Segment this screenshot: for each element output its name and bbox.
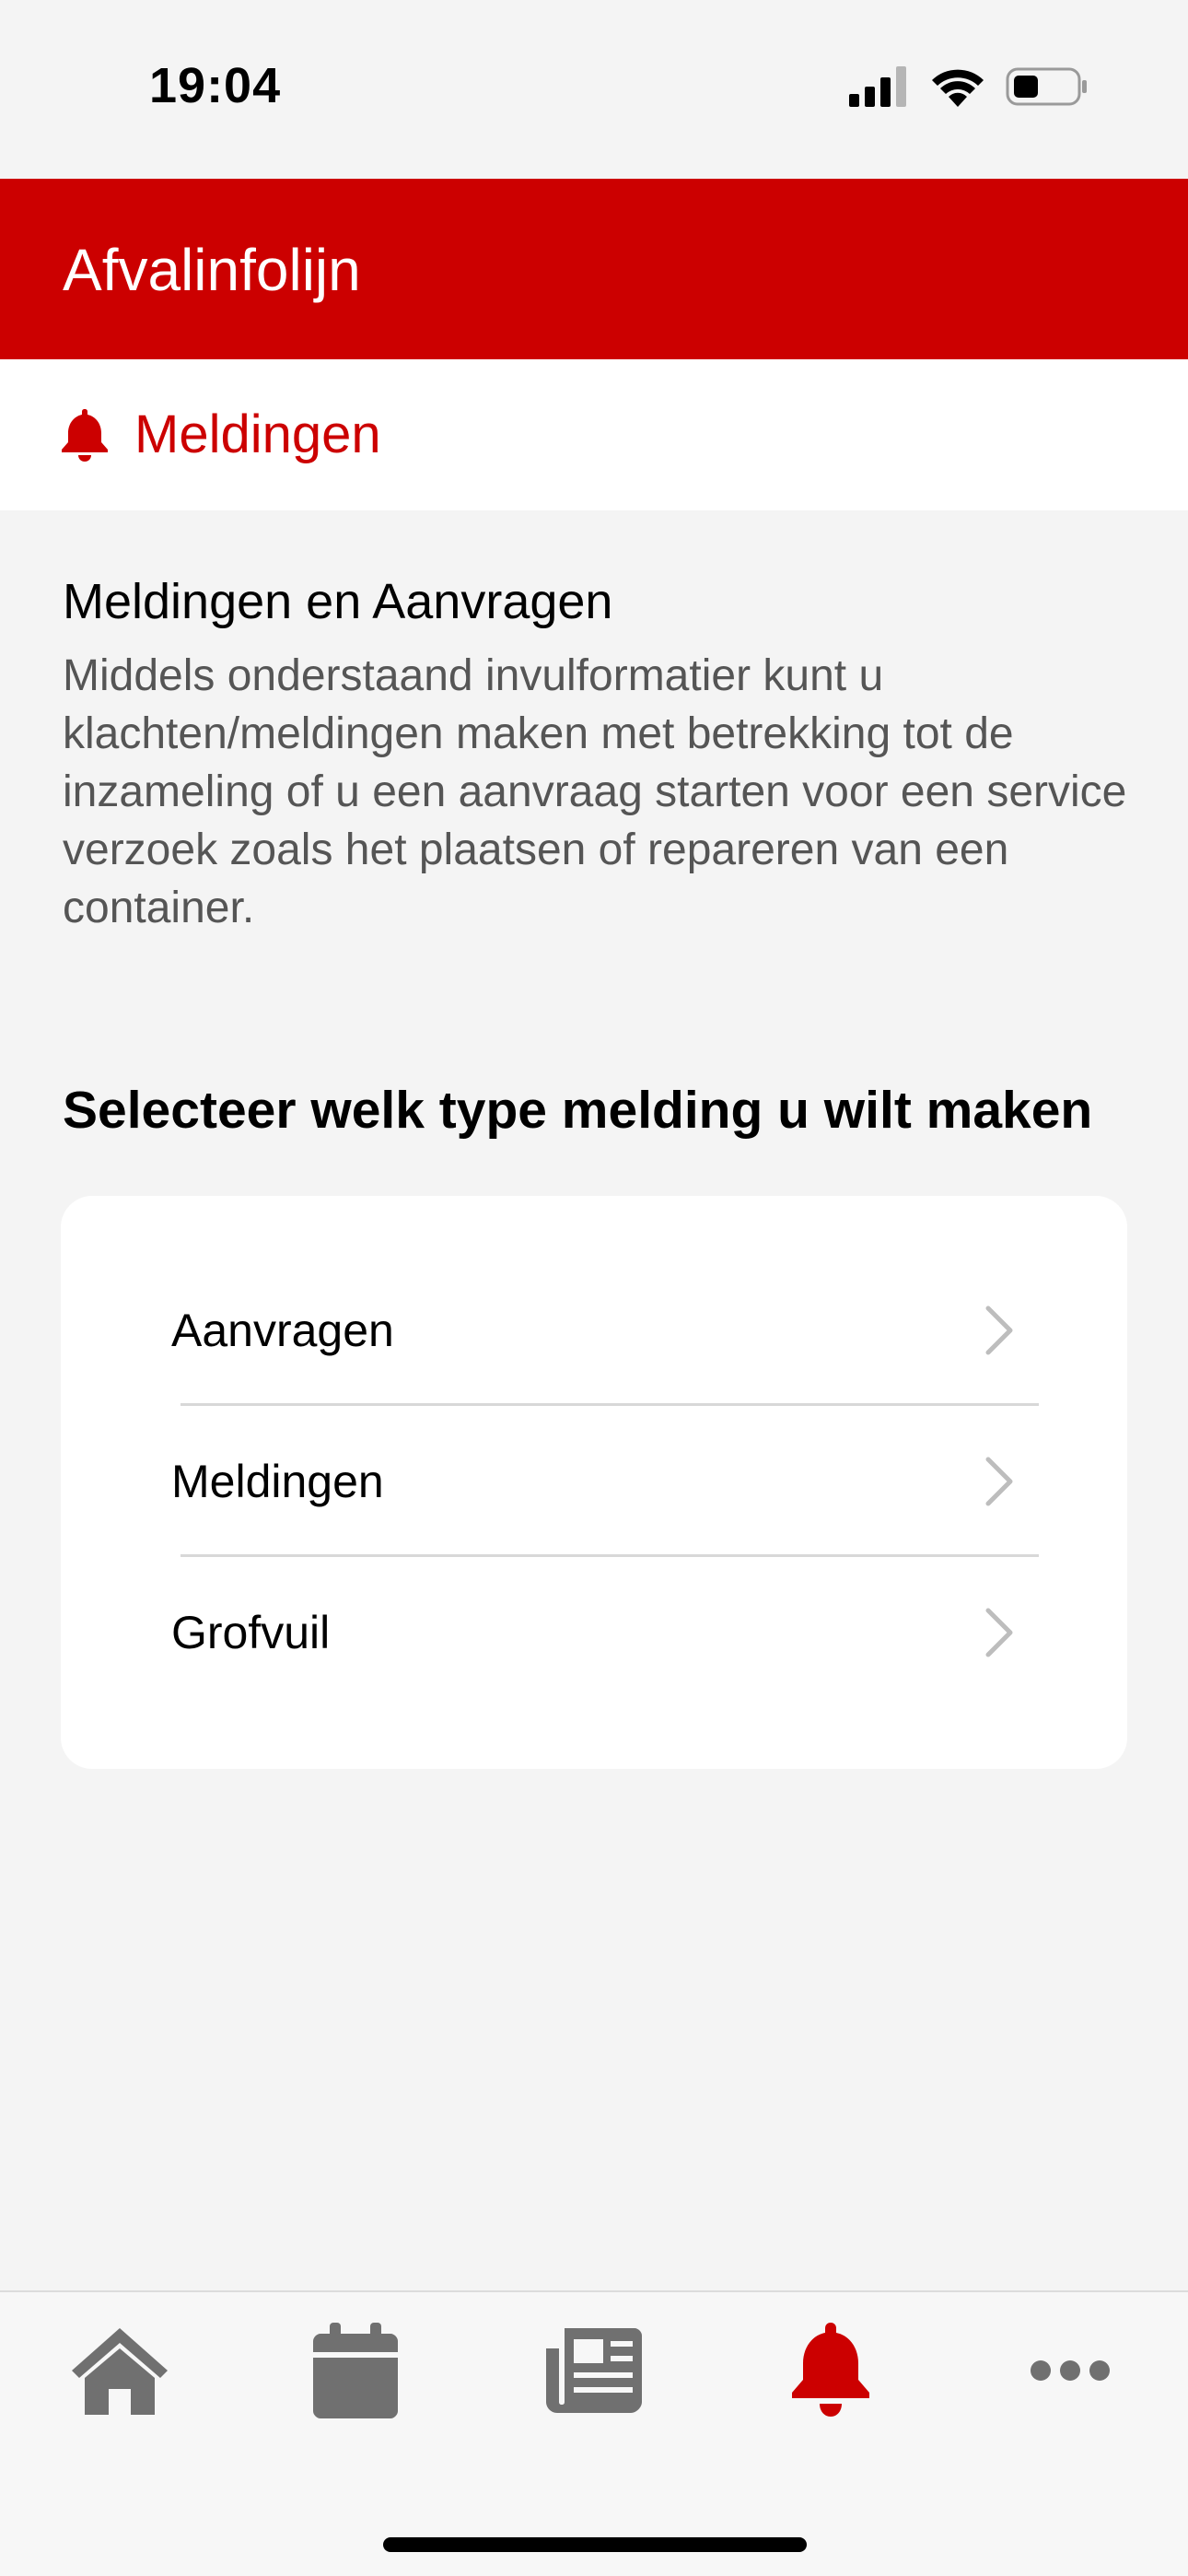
app-title: Afvalinfolijn (63, 237, 361, 303)
battery-icon (1006, 67, 1087, 106)
chevron-right-icon (985, 1306, 1013, 1355)
option-meldingen[interactable]: Meldingen (61, 1406, 1127, 1557)
chevron-right-icon (985, 1457, 1013, 1506)
options-card: Aanvragen Meldingen Grofvuil (61, 1196, 1127, 1769)
intro-text: Middels onderstaand invulformatier kunt … (63, 651, 1127, 932)
option-aanvragen[interactable]: Aanvragen (61, 1255, 1127, 1406)
option-label: Meldingen (171, 1456, 384, 1507)
section-title: Meldingen (134, 404, 381, 464)
calendar-icon (313, 2323, 398, 2418)
status-time: 19:04 (149, 58, 282, 113)
app-screen: 19:04 Afvalinfolijn Meldingen Meldingen … (0, 0, 1188, 2576)
tab-bar (0, 2290, 1188, 2576)
option-grofvuil[interactable]: Grofvuil (61, 1557, 1127, 1708)
intro-title: Meldingen en Aanvragen (63, 574, 613, 629)
home-indicator[interactable] (383, 2537, 807, 2552)
home-icon (72, 2328, 168, 2415)
newspaper-icon (546, 2328, 642, 2413)
tab-news[interactable] (520, 2292, 668, 2449)
tab-home[interactable] (46, 2292, 193, 2449)
chevron-right-icon (985, 1608, 1013, 1657)
wifi-icon (932, 69, 984, 107)
status-icons (849, 66, 1089, 111)
tab-notifications[interactable] (757, 2292, 904, 2449)
select-heading: Selecteer welk type melding u wilt maken (63, 1081, 1093, 1140)
more-icon (1031, 2360, 1110, 2381)
app-header: Afvalinfolijn (0, 179, 1188, 359)
option-label: Aanvragen (171, 1305, 394, 1356)
section-header: Meldingen (0, 359, 1188, 510)
cellular-icon (849, 66, 906, 107)
tab-more[interactable] (996, 2292, 1144, 2449)
status-bar: 19:04 (0, 0, 1188, 179)
bell-icon (792, 2323, 869, 2417)
tab-calendar[interactable] (282, 2292, 429, 2449)
bell-icon (62, 409, 108, 462)
option-label: Grofvuil (171, 1607, 331, 1658)
